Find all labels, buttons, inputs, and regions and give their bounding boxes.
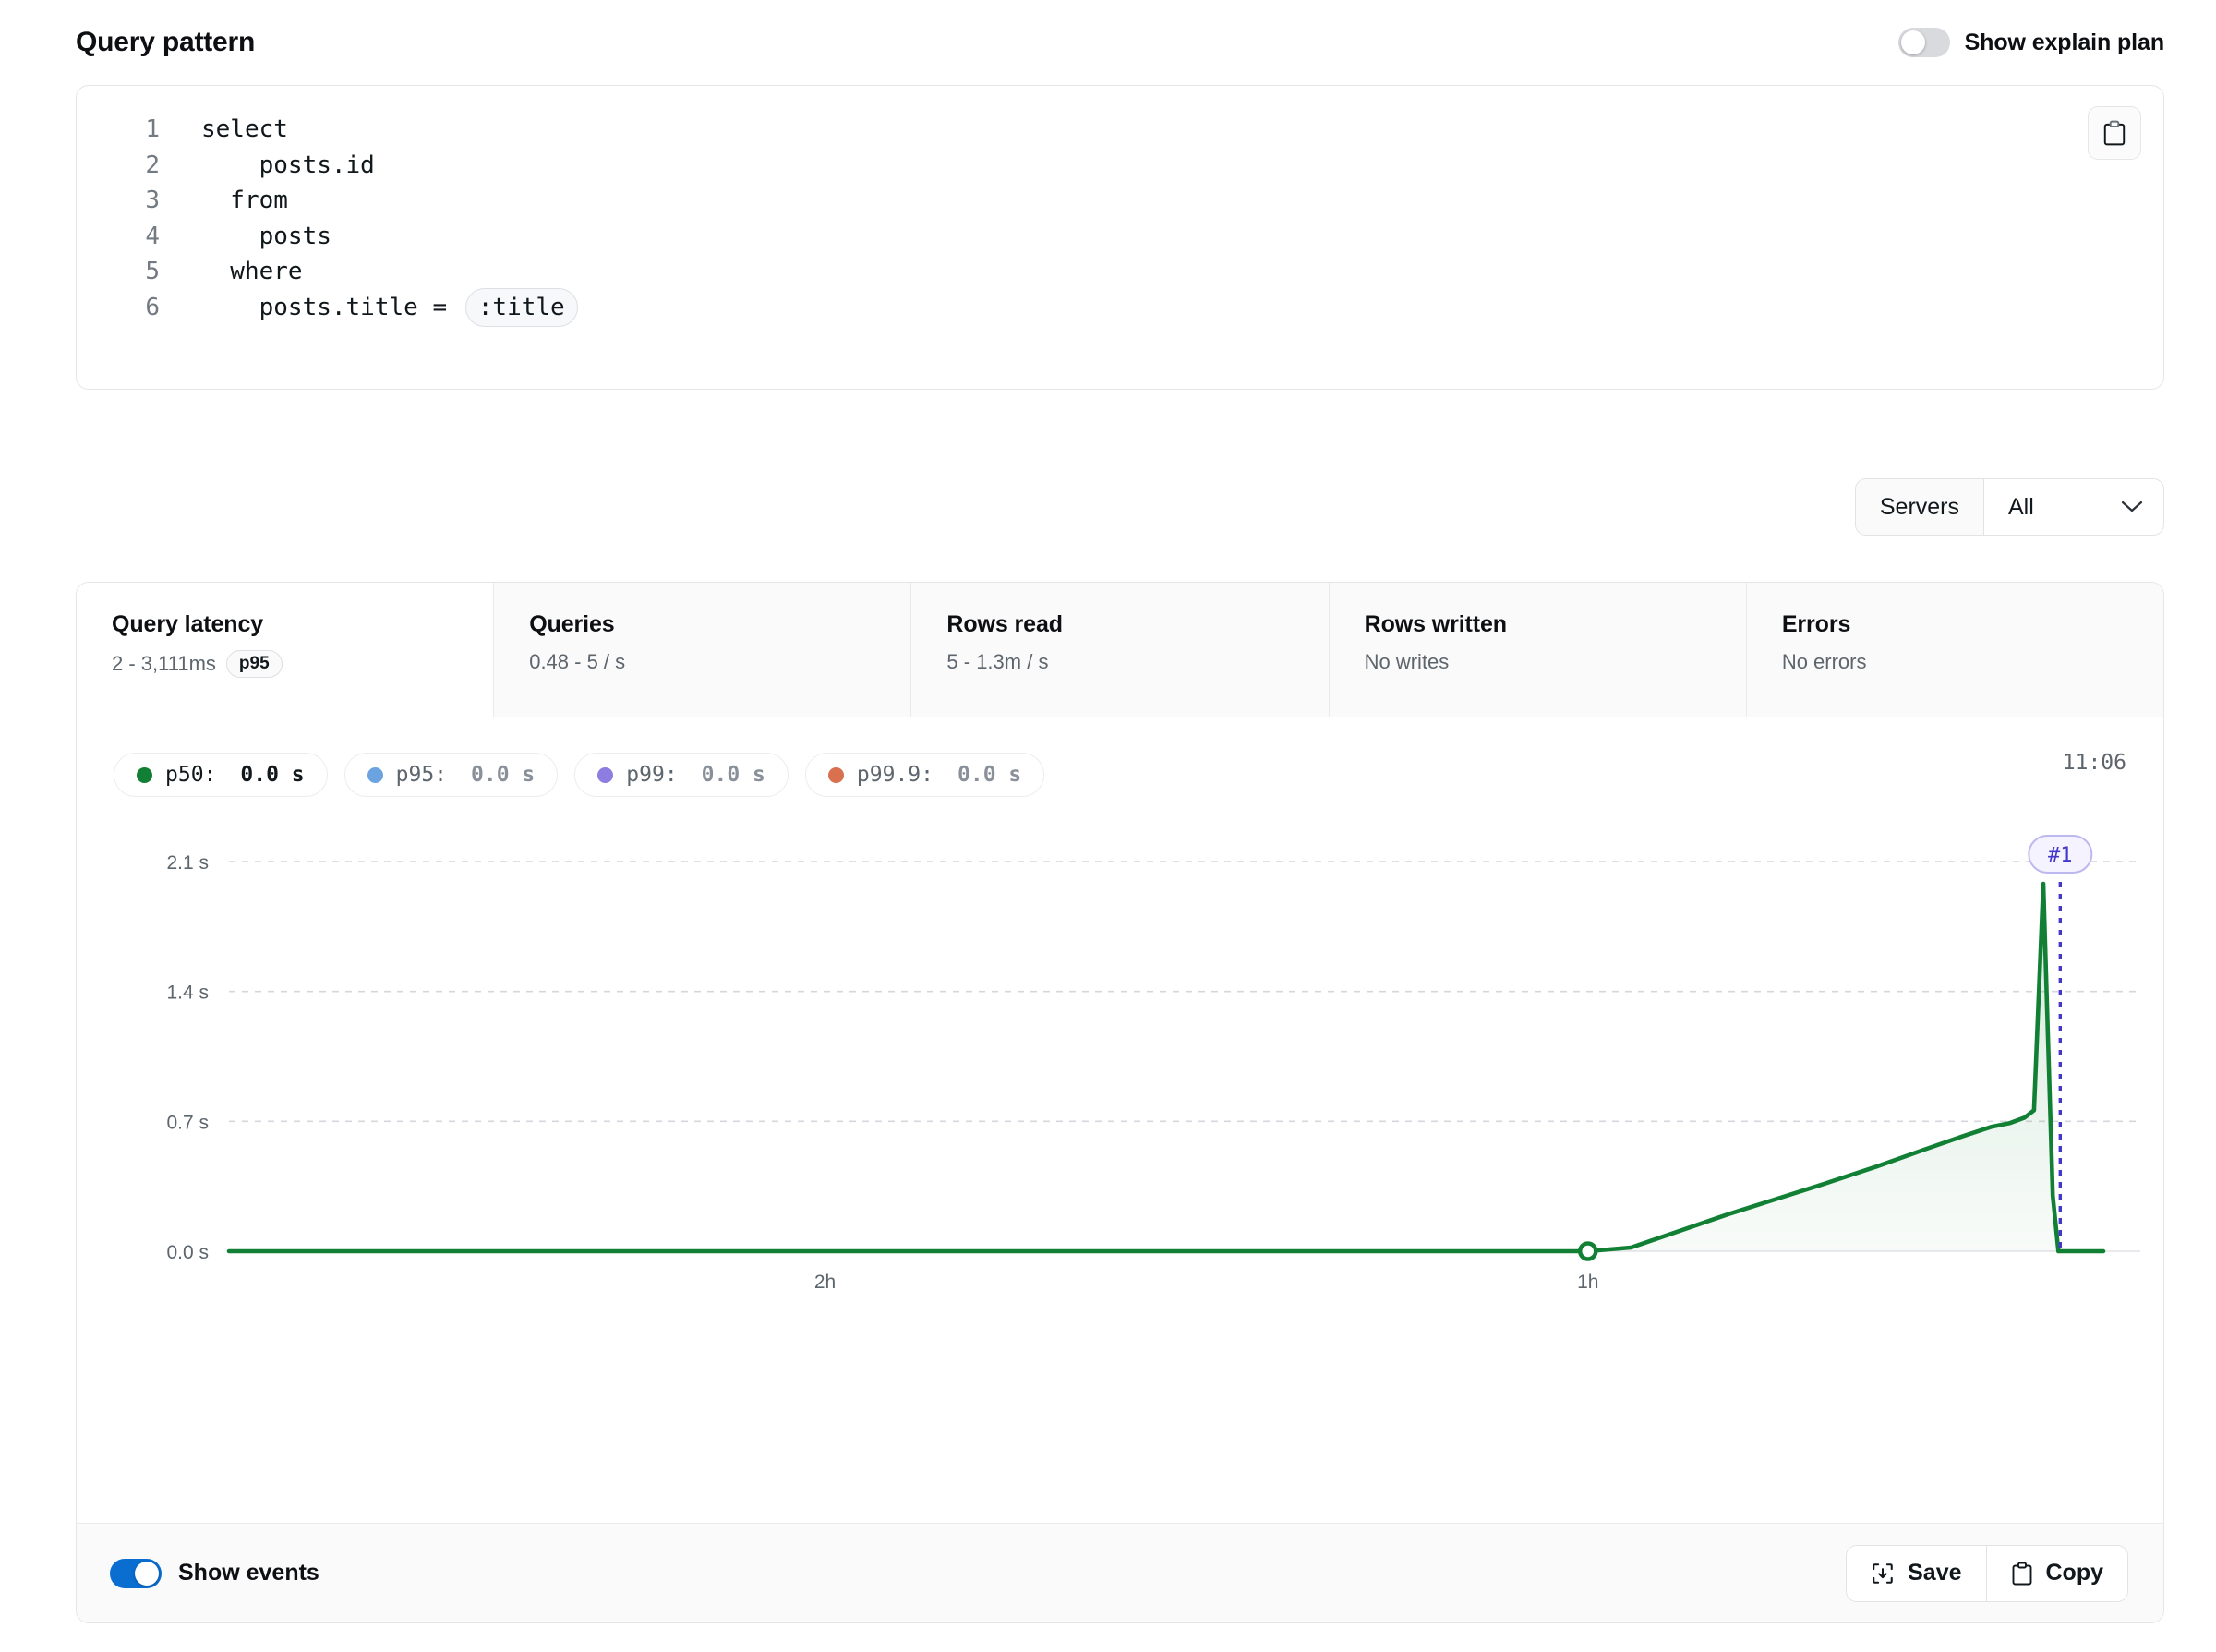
legend-chip-p95[interactable]: p95: 0.0 s — [343, 753, 559, 797]
tab-errors[interactable]: Errors No errors — [1746, 583, 2163, 717]
legend-value: 0.0 s — [240, 763, 305, 787]
tab-subtitle: No errors — [1782, 650, 2163, 674]
metric-tabs: Query latency 2 - 3,111ms p95 Queries 0.… — [77, 583, 2163, 717]
query-parameter-chip: :title — [464, 287, 578, 327]
tab-range: 5 - 1.3m / s — [946, 650, 1049, 673]
line-number: 2 — [145, 151, 160, 179]
legend-value: 0.0 s — [957, 763, 1022, 787]
tab-range: 2 - 3,111ms — [112, 652, 216, 675]
tab-label: Query latency — [112, 611, 264, 637]
latency-chart-svg: 0.0 s 0.7 s 1.4 s 2.1 s 2h 1h #1 — [166, 835, 2140, 1293]
line-number: 3 — [145, 187, 160, 214]
header: Query pattern Show explain plan — [76, 17, 2164, 68]
legend-chip-p999[interactable]: p99.9: 0.0 s — [804, 753, 1045, 797]
y-axis-tick-label: 2.1 s — [166, 852, 209, 874]
legend-label: p99.9: — [856, 763, 934, 787]
query-pattern-page: Query pattern Show explain plan 1 select… — [0, 0, 2216, 1652]
legend-chip-p50[interactable]: p50: 0.0 s — [114, 753, 328, 797]
show-explain-plan-control[interactable]: Show explain plan — [1897, 28, 2165, 57]
percentile-legend: p50: 0.0 s p95: 0.0 s p99: 0.0 s p99.9: … — [77, 717, 2163, 806]
legend-value: 0.0 s — [701, 763, 765, 787]
tab-rows-written[interactable]: Rows written No writes — [1329, 583, 1747, 717]
query-code-card: 1 select 2 posts.id 3 from 4 posts 5 whe… — [76, 85, 2164, 390]
line-text: posts.title = — [201, 293, 462, 321]
tab-label: Rows read — [946, 611, 1063, 637]
tab-range: No writes — [1364, 650, 1450, 673]
legend-color-dot — [137, 766, 152, 783]
y-axis-tick-label: 1.4 s — [166, 983, 209, 1004]
code-line: 5 where — [77, 254, 2163, 290]
save-download-icon — [1873, 1562, 1893, 1584]
chart-footer: Show events Save Copy — [77, 1523, 2163, 1622]
chart-area-fill — [229, 884, 2103, 1251]
code-line: 4 posts — [77, 219, 2163, 255]
servers-label: Servers — [1855, 479, 1984, 535]
sql-code-block[interactable]: 1 select 2 posts.id 3 from 4 posts 5 whe… — [77, 86, 2163, 327]
line-number: 5 — [145, 258, 160, 285]
chart-actions: Save Copy — [1846, 1544, 2128, 1602]
toggle-knob — [135, 1561, 159, 1586]
show-events-label: Show events — [178, 1560, 319, 1586]
code-line: 1 select — [77, 112, 2163, 148]
metrics-card: Query latency 2 - 3,111ms p95 Queries 0.… — [76, 582, 2164, 1623]
line-number: 6 — [145, 293, 160, 321]
line-text: from — [201, 187, 288, 214]
chart-timestamp: 11:06 — [2062, 751, 2126, 775]
tab-query-latency[interactable]: Query latency 2 - 3,111ms p95 — [77, 583, 495, 717]
servers-selected-value: All — [2008, 493, 2034, 520]
legend-label: p99: — [626, 763, 678, 787]
tab-range: No errors — [1781, 650, 1867, 673]
save-label: Save — [1908, 1560, 1962, 1586]
tab-queries[interactable]: Queries 0.48 - 5 / s — [494, 583, 912, 717]
show-explain-plan-toggle[interactable] — [1897, 28, 1950, 57]
page-title: Query pattern — [76, 27, 256, 57]
copy-query-button[interactable] — [2088, 106, 2141, 160]
tab-label: Rows written — [1364, 611, 1507, 637]
line-text: where — [201, 258, 303, 285]
show-explain-plan-label: Show explain plan — [1964, 29, 2165, 55]
clipboard-icon — [2012, 1562, 2031, 1585]
code-line: 6 posts.title = :title — [77, 287, 2163, 327]
line-number: 1 — [145, 115, 160, 143]
line-text: posts.id — [201, 151, 375, 179]
chevron-down-icon — [2121, 500, 2143, 512]
y-axis-tick-label: 0.7 s — [166, 1112, 209, 1133]
legend-label: p50: — [165, 763, 217, 787]
servers-selector[interactable]: Servers All — [1854, 478, 2164, 536]
toggle-knob — [1900, 30, 1925, 54]
save-button[interactable]: Save — [1847, 1545, 1987, 1601]
legend-value: 0.0 s — [471, 763, 536, 787]
event-marker-label: #1 — [2048, 844, 2073, 867]
clipboard-icon — [2103, 120, 2126, 146]
y-axis-tick-label: 0.0 s — [166, 1242, 209, 1263]
code-line: 2 posts.id — [77, 148, 2163, 184]
legend-label: p95: — [395, 763, 448, 787]
legend-color-dot — [827, 766, 844, 783]
latency-chart[interactable]: 0.0 s 0.7 s 1.4 s 2.1 s 2h 1h #1 — [77, 806, 2163, 1443]
line-text: posts — [201, 222, 331, 250]
code-line: 3 from — [77, 183, 2163, 219]
copy-label: Copy — [2045, 1560, 2104, 1586]
chart-point-marker[interactable] — [1578, 1241, 1598, 1261]
legend-color-dot — [367, 766, 383, 783]
tab-label: Queries — [529, 611, 615, 637]
line-text: select — [201, 115, 288, 143]
line-number: 4 — [145, 222, 160, 250]
copy-button[interactable]: Copy — [1986, 1545, 2127, 1601]
percentile-badge: p95 — [225, 650, 283, 678]
tab-range: 0.48 - 5 / s — [529, 650, 626, 673]
tab-label: Errors — [1781, 611, 1851, 637]
x-axis-tick-label: 2h — [814, 1272, 836, 1293]
show-events-toggle[interactable] — [110, 1558, 162, 1588]
legend-chip-p99[interactable]: p99: 0.0 s — [574, 753, 789, 797]
tab-subtitle: No writes — [1365, 650, 1746, 674]
x-axis-tick-label: 1h — [1577, 1272, 1598, 1293]
tab-subtitle: 2 - 3,111ms p95 — [112, 650, 493, 678]
tab-rows-read[interactable]: Rows read 5 - 1.3m / s — [911, 583, 1330, 717]
tab-subtitle: 5 - 1.3m / s — [946, 650, 1328, 674]
show-events-control[interactable]: Show events — [110, 1558, 319, 1588]
tab-subtitle: 0.48 - 5 / s — [529, 650, 910, 674]
servers-dropdown[interactable]: All — [1984, 479, 2163, 535]
legend-color-dot — [597, 766, 614, 783]
